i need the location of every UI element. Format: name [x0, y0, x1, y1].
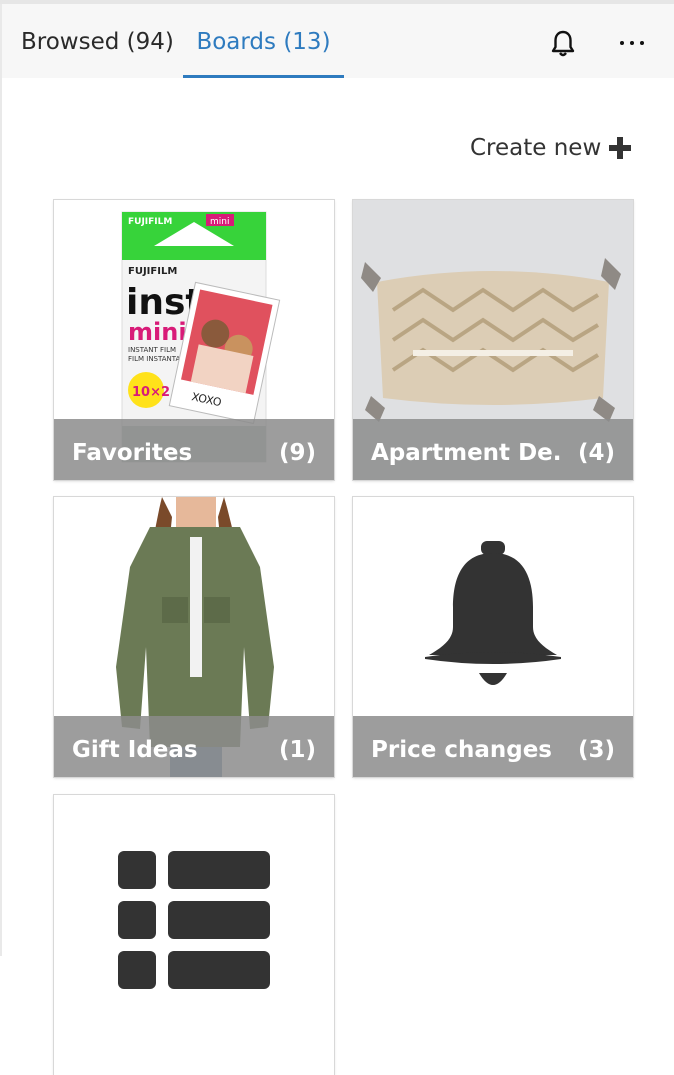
board-title: Price changes — [371, 737, 552, 763]
create-new-label: Create new — [470, 135, 602, 161]
tab-boards[interactable]: Boards (13) — [183, 4, 344, 78]
bell-icon — [551, 30, 575, 57]
svg-text:FUJIFILM: FUJIFILM — [128, 217, 172, 227]
board-card-apartment[interactable]: Apartment De... (4) — [353, 200, 633, 480]
board-card-favorites[interactable]: FUJIFILM mini FUJIFILM instax mini INSTA… — [54, 200, 334, 480]
board-card-list[interactable] — [54, 795, 334, 1075]
board-count: (1) — [278, 737, 316, 763]
svg-text:10×2: 10×2 — [132, 385, 170, 400]
window-left-border — [0, 4, 2, 956]
tab-browsed[interactable]: Browsed (94) — [21, 4, 174, 78]
board-title: Apartment De... — [371, 440, 561, 466]
board-count: (3) — [577, 737, 615, 763]
svg-text:mini: mini — [128, 318, 187, 346]
svg-text:mini: mini — [210, 217, 229, 227]
tab-bar: Browsed (94) Boards (13) — [2, 4, 674, 78]
svg-text:INSTANT FILM: INSTANT FILM — [128, 346, 176, 354]
board-title: Gift Ideas — [72, 737, 198, 763]
list-icon — [54, 795, 334, 1075]
more-options-button[interactable] — [617, 28, 647, 58]
board-title: Favorites — [72, 440, 193, 466]
board-count: (4) — [577, 440, 615, 466]
notifications-button[interactable] — [548, 28, 578, 58]
board-card-price-changes[interactable]: Price changes (3) — [353, 497, 633, 777]
more-horizontal-icon — [620, 41, 644, 45]
svg-text:FUJIFILM: FUJIFILM — [128, 266, 177, 277]
board-count: (9) — [278, 440, 316, 466]
create-new-button[interactable]: Create new — [470, 131, 631, 165]
board-card-gift-ideas[interactable]: Gift Ideas (1) — [54, 497, 334, 777]
plus-icon — [609, 137, 631, 159]
